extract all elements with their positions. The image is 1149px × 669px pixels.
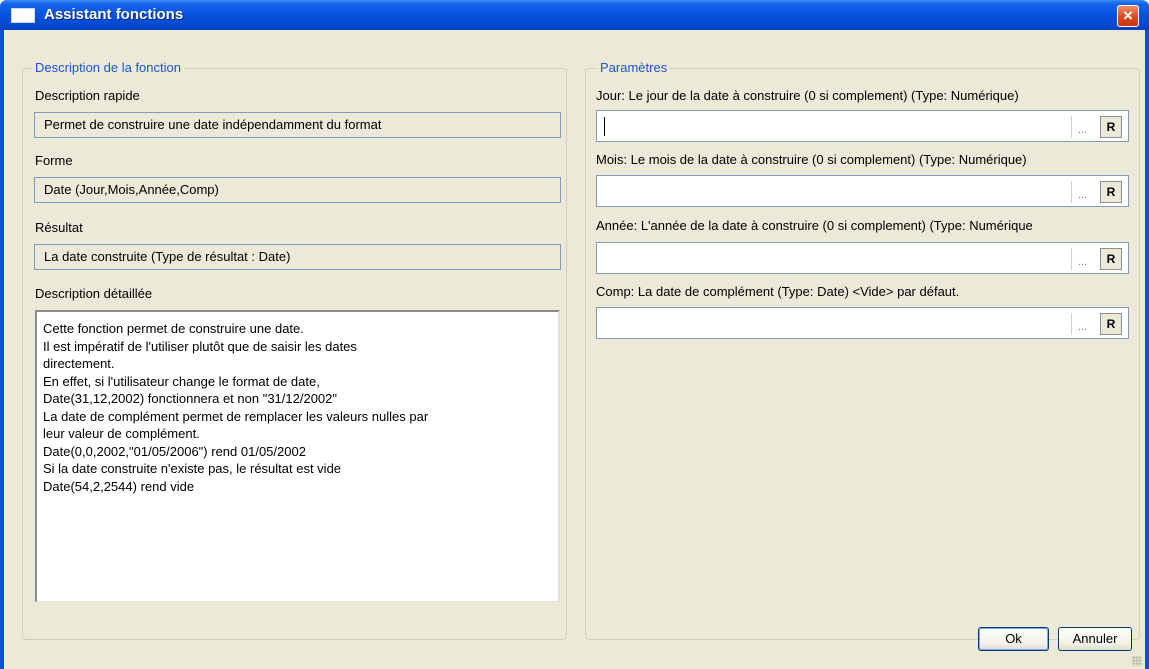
window-icon	[11, 8, 35, 23]
dialog-body: Description de la fonction Description r…	[4, 30, 1145, 669]
text-caret	[604, 117, 605, 136]
param-annee-formula-button[interactable]: R	[1100, 248, 1122, 270]
quick-description-label: Description rapide	[35, 88, 140, 103]
result-label: Résultat	[35, 220, 83, 235]
param-jour-label: Jour: Le jour de la date à construire (0…	[596, 88, 1019, 103]
param-jour-formula-button[interactable]: R	[1100, 116, 1122, 138]
description-group-title: Description de la fonction	[32, 60, 184, 75]
param-jour-input[interactable]: ... R	[596, 110, 1129, 142]
detail-description-text[interactable]: Cette fonction permet de construire une …	[35, 310, 560, 602]
param-comp-formula-button[interactable]: R	[1100, 313, 1122, 335]
result-value: La date construite (Type de résultat : D…	[34, 244, 561, 270]
window-title: Assistant fonctions	[44, 6, 184, 23]
function-wizard-dialog: Assistant fonctions × Description de la …	[0, 0, 1149, 669]
param-comp-label: Comp: La date de complément (Type: Date)…	[596, 284, 960, 299]
param-annee-browse-button[interactable]: ...	[1071, 248, 1093, 270]
ok-button[interactable]: Ok	[978, 627, 1049, 651]
param-jour-browse-button[interactable]: ...	[1071, 116, 1093, 138]
title-bar[interactable]: Assistant fonctions ×	[0, 0, 1149, 30]
param-mois-browse-button[interactable]: ...	[1071, 181, 1093, 203]
parameters-group-title: Paramètres	[597, 60, 671, 75]
form-value: Date (Jour,Mois,Année,Comp)	[34, 177, 561, 203]
param-mois-label: Mois: Le mois de la date à construire (0…	[596, 152, 1027, 167]
param-mois-formula-button[interactable]: R	[1100, 181, 1122, 203]
param-comp-browse-button[interactable]: ...	[1071, 313, 1093, 335]
close-button[interactable]: ×	[1117, 5, 1139, 27]
param-annee-label: Année: L'année de la date à construire (…	[596, 218, 1033, 233]
resize-grip[interactable]	[1132, 656, 1142, 666]
param-mois-input[interactable]: ... R	[596, 175, 1129, 207]
detail-description-label: Description détaillée	[35, 286, 153, 301]
param-annee-input[interactable]: ... R	[596, 242, 1129, 274]
cancel-button[interactable]: Annuler	[1058, 627, 1132, 651]
form-label: Forme	[35, 153, 73, 168]
param-comp-input[interactable]: ... R	[596, 307, 1129, 339]
quick-description-value: Permet de construire une date indépendam…	[34, 112, 561, 138]
